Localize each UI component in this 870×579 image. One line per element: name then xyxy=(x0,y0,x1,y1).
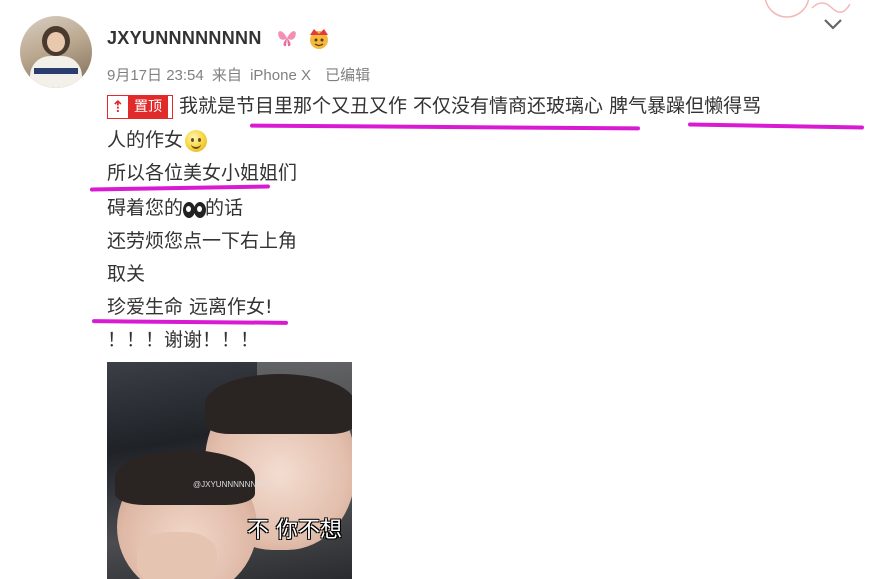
post-text-line-2: 人的作女 xyxy=(107,129,184,151)
post-text-line-4a: 碍着您的 xyxy=(107,197,184,219)
pin-icon: ⇡ xyxy=(108,96,128,118)
post-line-4: 碍着您的 的话 xyxy=(107,196,243,220)
eyes-emoji-icon xyxy=(183,201,207,218)
image-caption: 不 你不想 xyxy=(247,518,342,543)
post-image[interactable]: @JXYUNNNNNNNN 不 你不想 xyxy=(107,362,352,579)
crown-badge-icon[interactable] xyxy=(306,26,332,50)
from-label: 来自 xyxy=(211,67,242,84)
chevron-down-icon[interactable] xyxy=(822,16,844,32)
highlight-underline-4 xyxy=(91,319,289,325)
post-line-5: 还劳烦您点一下右上角 xyxy=(107,229,297,253)
username[interactable]: JXYUNNNNNNNN xyxy=(107,28,262,49)
post-line-8: ！！！谢谢！！！ xyxy=(107,328,259,352)
post-line-7: 珍爱生命 远离作女! xyxy=(107,295,273,319)
post-line-1: ⇡ 置顶 我就是节目里那个又丑又作 不仅没有情商还玻璃心 脾气暴躁但懒得骂 xyxy=(107,94,761,119)
image-watermark: @JXYUNNNNNNNN xyxy=(193,480,268,489)
edited-label: 已编辑 xyxy=(325,67,371,84)
avatar[interactable] xyxy=(20,16,92,88)
post-text-line-6: 取关 xyxy=(107,263,146,285)
butterfly-badge-icon[interactable] xyxy=(276,28,298,48)
post-text-line-5: 还劳烦您点一下右上角 xyxy=(107,230,298,252)
highlight-underline-3 xyxy=(89,184,271,192)
smile-emoji-icon xyxy=(185,129,208,152)
post-meta: 9月17日 23:54 来自 iPhone X 已编辑 xyxy=(107,64,374,85)
highlight-underline-1 xyxy=(249,123,641,131)
highlight-underline-2 xyxy=(687,122,865,130)
post-line-6: 取关 xyxy=(107,262,145,286)
post-text-line-8: ！！！谢谢！！！ xyxy=(107,329,260,351)
post-text-line-3: 所以各位美女小姐姐们 xyxy=(107,162,298,184)
client-name: iPhone X xyxy=(250,67,311,84)
post-date[interactable]: 9月17日 23:54 xyxy=(107,67,204,84)
post-line-2: 人的作女 xyxy=(107,128,208,152)
post-text-line-7: 珍爱生命 远离作女! xyxy=(107,296,273,318)
post-text-line-4b: 的话 xyxy=(205,197,244,219)
post-text-line-1: 我就是节目里那个又丑又作 不仅没有情商还玻璃心 脾气暴躁但懒得骂 xyxy=(179,95,762,117)
post-line-3: 所以各位美女小姐姐们 xyxy=(107,161,297,185)
pinned-badge: ⇡ 置顶 xyxy=(107,95,173,119)
